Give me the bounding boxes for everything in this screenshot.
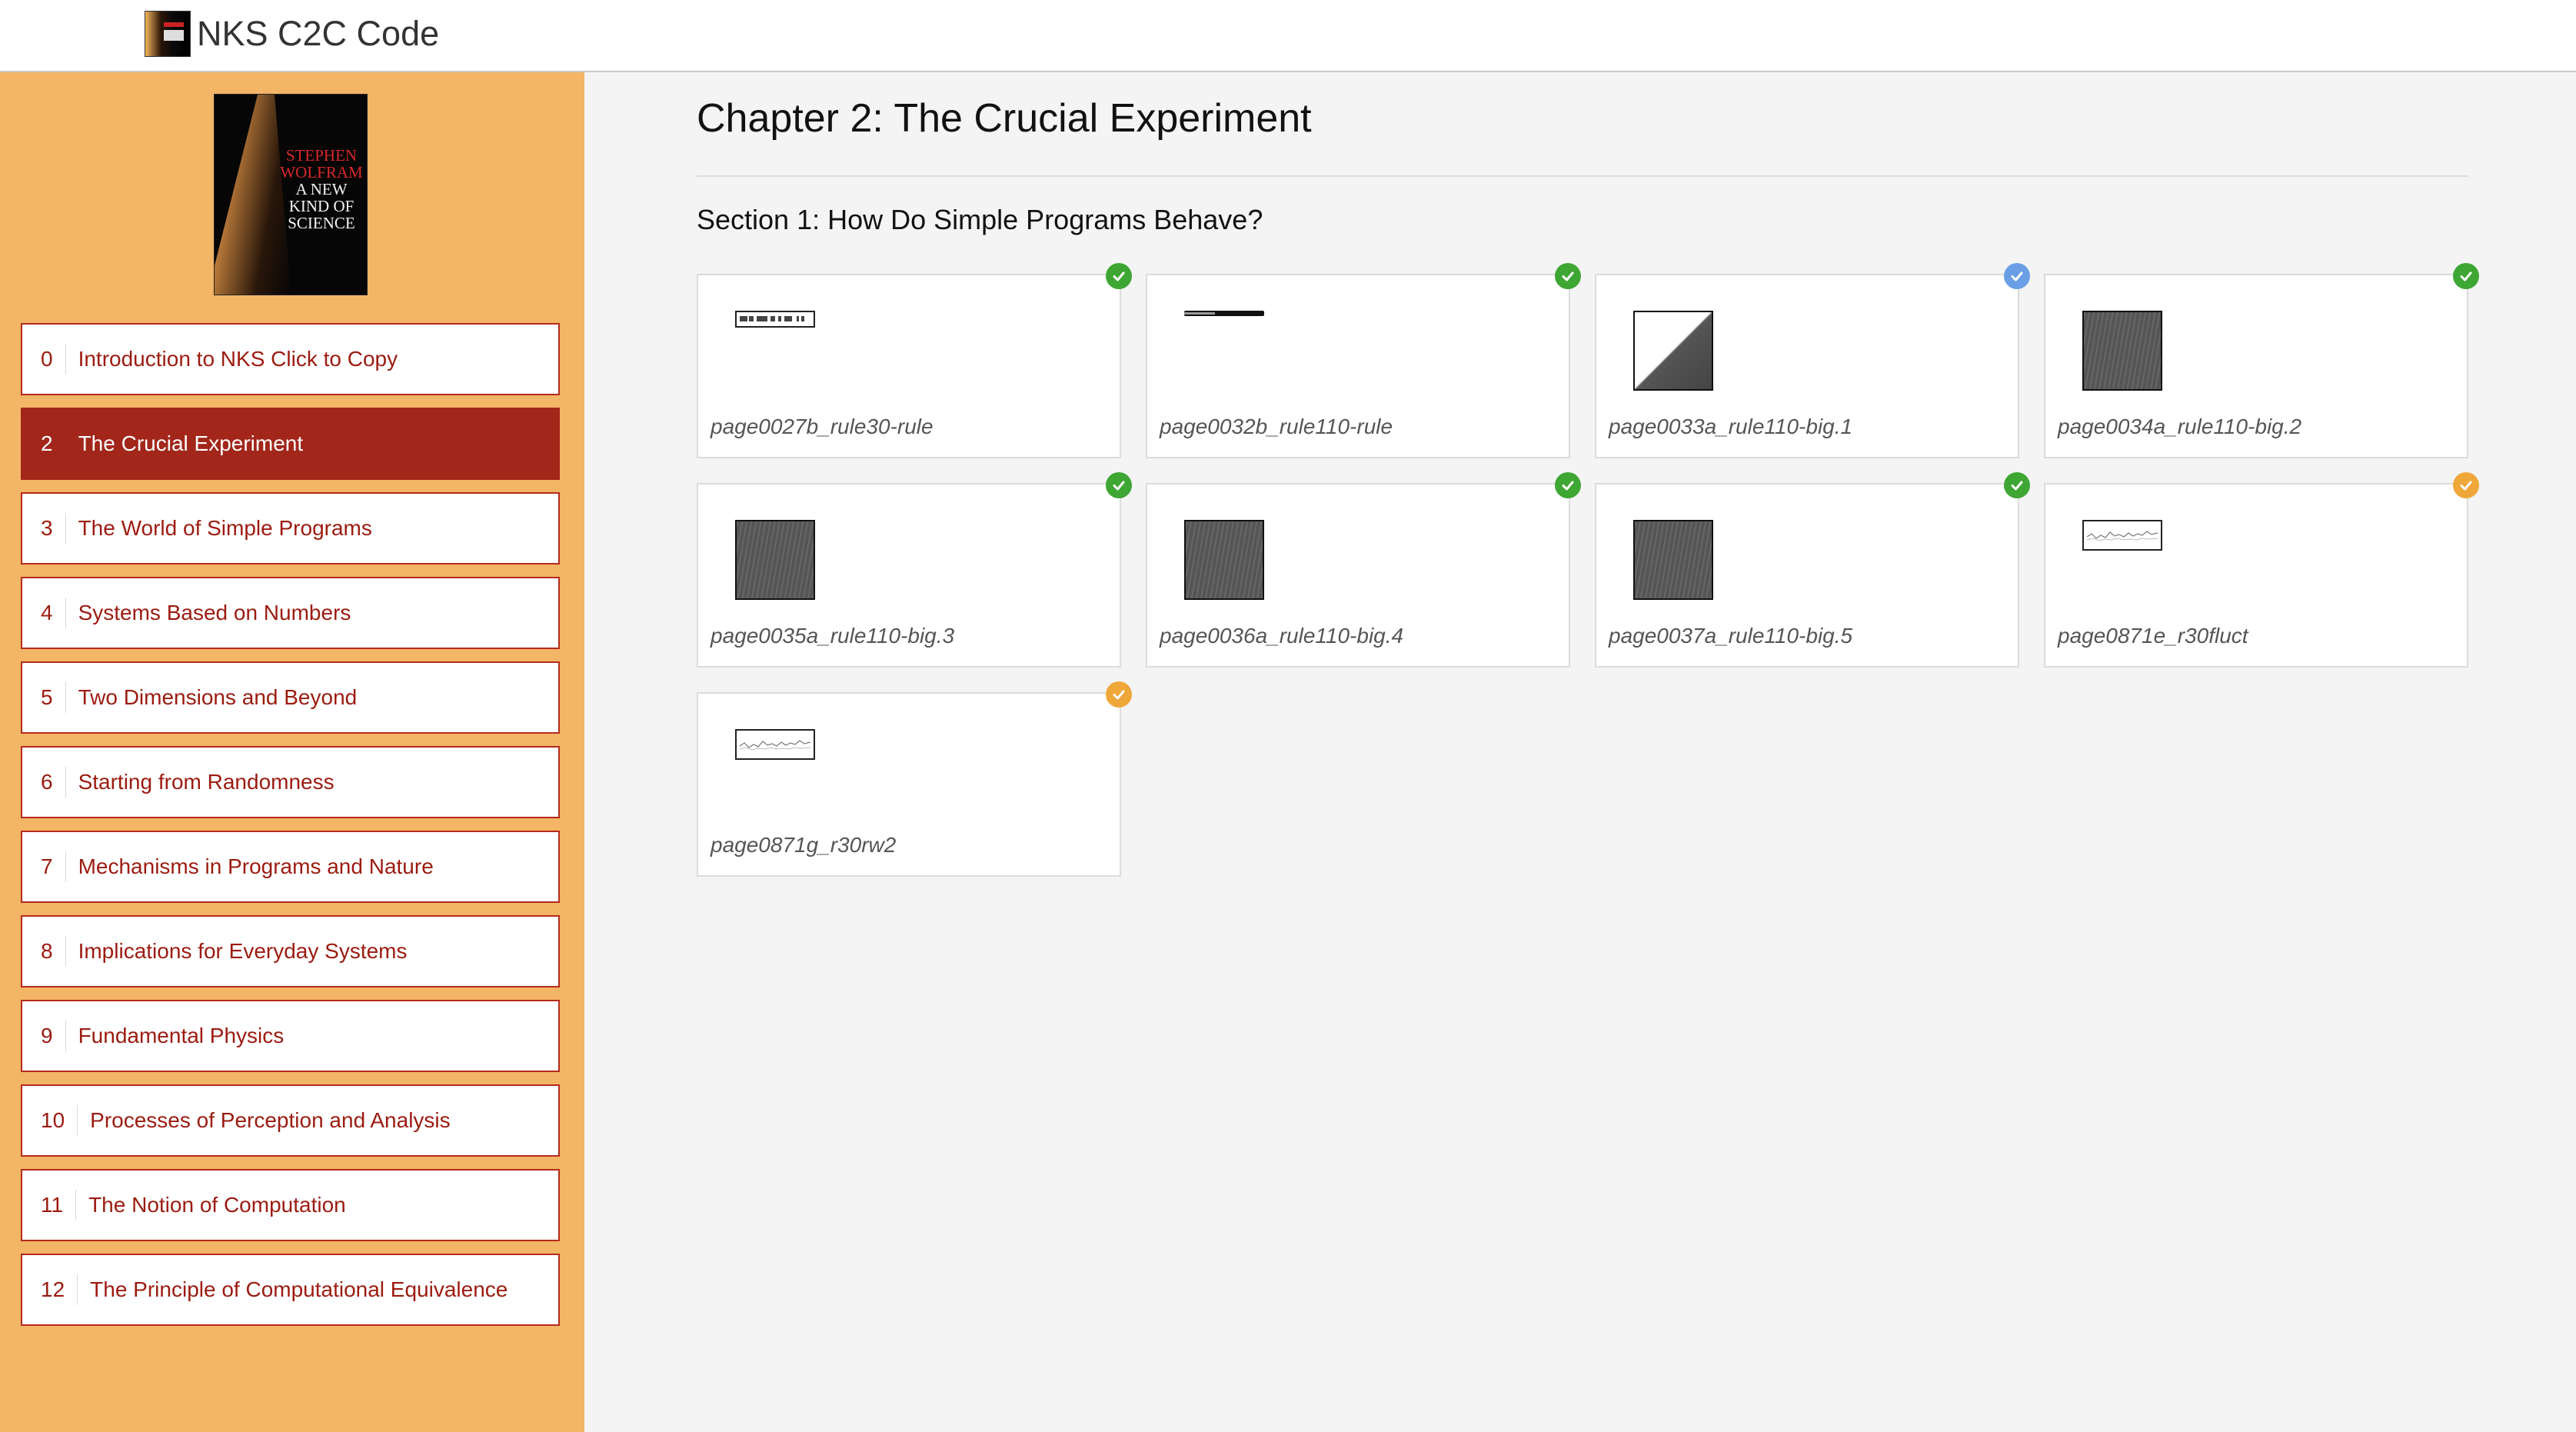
chapter-label: The Notion of Computation: [88, 1193, 346, 1217]
image-card[interactable]: page0037a_rule110-big.5: [1595, 472, 2030, 668]
check-status-icon: [1106, 681, 1132, 708]
thumbnail-image: [1633, 311, 1713, 391]
image-card[interactable]: page0032b_rule110-rule: [1146, 263, 1581, 458]
thumbnail-image: [735, 729, 815, 760]
thumbnail-image: [1633, 520, 1713, 600]
thumbnail-image: [2082, 520, 2162, 551]
chapter-number: 3: [22, 513, 66, 544]
chapter-list: 0 Introduction to NKS Click to Copy 2 The C…: [21, 323, 560, 1338]
card-caption: page0037a_rule110-big.5: [1609, 624, 1853, 648]
sidebar-item-chapter-11[interactable]: 11 The Notion of Computation: [21, 1169, 560, 1241]
section-title: Section 1: How Do Simple Programs Behave…: [697, 204, 1263, 235]
check-status-icon: [1555, 472, 1581, 498]
book-cover-image: STEPHEN WOLFRAM A NEW KIND OF SCIENCE: [214, 94, 368, 295]
chapter-label: Starting from Randomness: [78, 770, 334, 794]
check-status-icon: [2004, 263, 2030, 289]
sidebar-item-chapter-12[interactable]: 12 The Principle of Computational Equival…: [21, 1254, 560, 1326]
chapter-label: Systems Based on Numbers: [78, 601, 351, 624]
cover-author-line: WOLFRAM: [280, 163, 363, 181]
chapter-label: The Principle of Computational Equivalen…: [90, 1277, 508, 1301]
chapter-label: Mechanisms in Programs and Nature: [78, 854, 434, 878]
sidebar-item-chapter-9[interactable]: 9 Fundamental Physics: [21, 1000, 560, 1072]
sidebar-item-chapter-4[interactable]: 4 Systems Based on Numbers: [21, 577, 560, 649]
cover-title-line: KIND OF: [288, 197, 354, 215]
sidebar-item-chapter-0[interactable]: 0 Introduction to NKS Click to Copy: [21, 323, 560, 395]
chapter-number: 2: [22, 428, 66, 459]
top-bar: NKS C2C Code: [0, 0, 2576, 72]
check-status-icon: [1106, 263, 1132, 289]
check-status-icon: [2453, 472, 2479, 498]
image-card[interactable]: page0035a_rule110-big.3: [697, 472, 1132, 668]
chapter-label: The Crucial Experiment: [78, 431, 304, 455]
check-status-icon: [2004, 472, 2030, 498]
thumbnail-image: [1184, 520, 1264, 600]
cover-author-line: STEPHEN: [285, 146, 358, 165]
sidebar: STEPHEN WOLFRAM A NEW KIND OF SCIENCE 0I…: [0, 72, 584, 1432]
page-title: Chapter 2: The Crucial Experiment: [697, 96, 1312, 141]
image-card[interactable]: page0033a_rule110-big.1: [1595, 263, 2030, 458]
chapter-number: 12: [22, 1274, 78, 1305]
thumbnail-image: [735, 311, 815, 328]
card-caption: page0871e_r30fluct: [2058, 624, 2248, 648]
chapter-label: Two Dimensions and Beyond: [78, 685, 358, 709]
chapter-label: Fundamental Physics: [78, 1024, 285, 1047]
chapter-number: 10: [22, 1105, 78, 1136]
sidebar-item-chapter-8[interactable]: 8 Implications for Everyday Systems: [21, 915, 560, 987]
card-caption: page0035a_rule110-big.3: [711, 624, 955, 648]
chapter-number: 11: [22, 1190, 77, 1221]
book-logo-icon[interactable]: [145, 11, 191, 57]
chapter-number: 7: [22, 851, 66, 882]
chapter-number: 4: [22, 598, 66, 628]
main-content: Chapter 2: The Crucial Experiment Sectio…: [584, 72, 2576, 1432]
image-card[interactable]: page0871e_r30fluct: [2044, 472, 2479, 668]
card-caption: page0871g_r30rw2: [711, 833, 897, 857]
sidebar-item-chapter-5[interactable]: 5 Two Dimensions and Beyond: [21, 661, 560, 734]
chapter-label: Introduction to NKS Click to Copy: [78, 347, 398, 371]
chapter-number: 6: [22, 767, 66, 798]
chapter-number: 5: [22, 682, 66, 713]
chapter-number: 8: [22, 936, 66, 967]
thumbnail-image: [2082, 311, 2162, 391]
chapter-number: 9: [22, 1021, 66, 1051]
chapter-label: Implications for Everyday Systems: [78, 939, 408, 963]
sidebar-item-chapter-6[interactable]: 6 Starting from Randomness: [21, 746, 560, 818]
check-status-icon: [1106, 472, 1132, 498]
divider: [697, 175, 2468, 177]
image-card[interactable]: page0036a_rule110-big.4: [1146, 472, 1581, 668]
card-caption: page0032b_rule110-rule: [1160, 415, 1393, 438]
card-caption: page0036a_rule110-big.4: [1160, 624, 1404, 648]
cover-title-line: A NEW: [295, 180, 348, 198]
check-status-icon: [1555, 263, 1581, 289]
cover-title-line: SCIENCE: [288, 214, 355, 232]
image-card[interactable]: page0027b_rule30-rule: [697, 263, 1132, 458]
sidebar-item-chapter-2[interactable]: 2 The Crucial Experiment: [21, 408, 560, 480]
thumbnail-image: [735, 520, 815, 600]
card-caption: page0033a_rule110-big.1: [1609, 415, 1853, 438]
check-status-icon: [2453, 263, 2479, 289]
sidebar-item-chapter-7[interactable]: 7 Mechanisms in Programs and Nature: [21, 831, 560, 903]
card-caption: page0034a_rule110-big.2: [2058, 415, 2302, 438]
card-caption: page0027b_rule30-rule: [711, 415, 934, 438]
chapter-label: Processes of Perception and Analysis: [90, 1108, 451, 1132]
image-card[interactable]: page0871g_r30rw2: [697, 681, 1132, 877]
sidebar-item-chapter-3[interactable]: 3 The World of Simple Programs: [21, 492, 560, 564]
app-title[interactable]: NKS C2C Code: [197, 12, 439, 55]
image-card[interactable]: page0034a_rule110-big.2: [2044, 263, 2479, 458]
thumbnail-image: [1184, 311, 1264, 316]
chapter-label: The World of Simple Programs: [78, 516, 372, 540]
chapter-number: 0: [22, 344, 66, 375]
sidebar-item-chapter-10[interactable]: 10 Processes of Perception and Analysis: [21, 1084, 560, 1157]
